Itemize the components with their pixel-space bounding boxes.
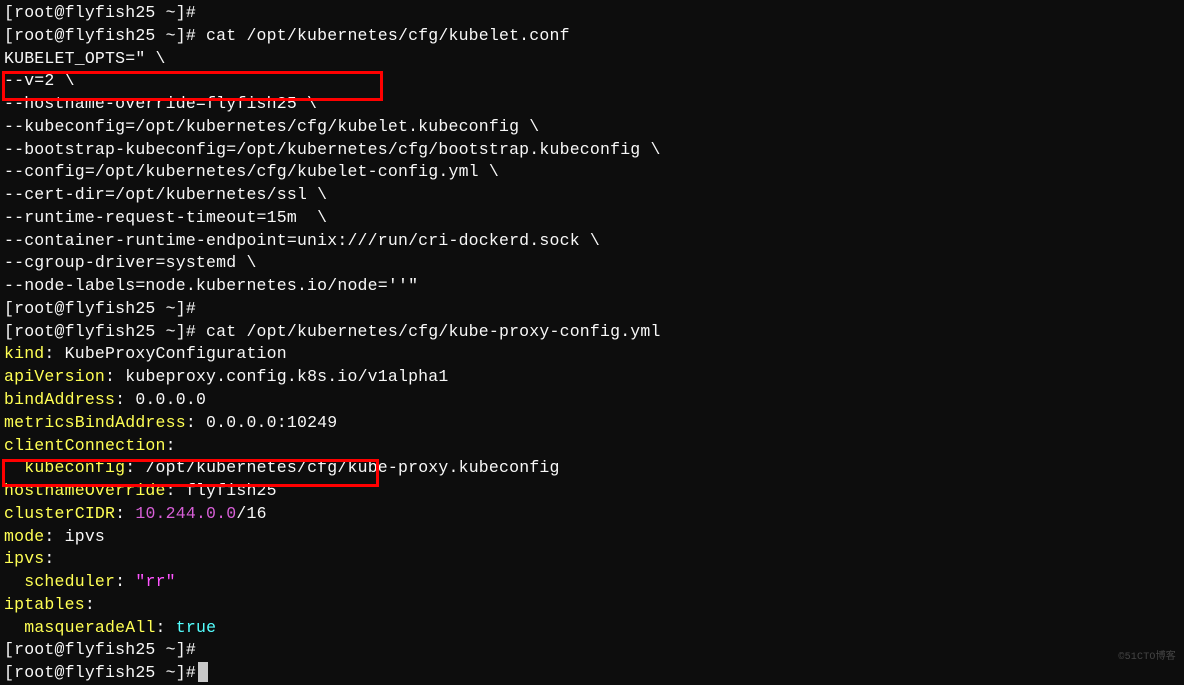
yaml-key: kind (4, 344, 44, 363)
yaml-key: clusterCIDR (4, 504, 115, 523)
terminal-line: [root@flyfish25 ~]# (4, 639, 1180, 662)
yaml-key: iptables (4, 595, 85, 614)
terminal-line: kind: KubeProxyConfiguration (4, 343, 1180, 366)
yaml-key: kubeconfig (24, 458, 125, 477)
yaml-value: : (166, 436, 176, 455)
terminal-line: --v=2 \ (4, 70, 1180, 93)
watermark: ©51CTO博客 (1118, 651, 1176, 665)
indent (4, 458, 24, 477)
cursor-icon (198, 662, 208, 682)
terminal-line: [root@flyfish25 ~]# cat /opt/kubernetes/… (4, 25, 1180, 48)
terminal-line: --container-runtime-endpoint=unix:///run… (4, 230, 1180, 253)
terminal-line: bindAddress: 0.0.0.0 (4, 389, 1180, 412)
terminal-line: [root@flyfish25 ~]# cat /opt/kubernetes/… (4, 321, 1180, 344)
terminal-line: --hostname-override=flyfish25 \ (4, 93, 1180, 116)
terminal-prompt-active[interactable]: [root@flyfish25 ~]# (4, 662, 1180, 685)
indent (4, 572, 24, 591)
yaml-key: apiVersion (4, 367, 105, 386)
yaml-colon: : (115, 572, 135, 591)
terminal-line: apiVersion: kubeproxy.config.k8s.io/v1al… (4, 366, 1180, 389)
yaml-value: : (85, 595, 95, 614)
terminal-line: clusterCIDR: 10.244.0.0/16 (4, 503, 1180, 526)
terminal-line: --config=/opt/kubernetes/cfg/kubelet-con… (4, 161, 1180, 184)
yaml-key: masqueradeAll (24, 618, 155, 637)
terminal-line: mode: ipvs (4, 526, 1180, 549)
terminal-line: --runtime-request-timeout=15m \ (4, 207, 1180, 230)
terminal-line: hostnameOverride: flyfish25 (4, 480, 1180, 503)
terminal-line: --cgroup-driver=systemd \ (4, 252, 1180, 275)
terminal-line: metricsBindAddress: 0.0.0.0:10249 (4, 412, 1180, 435)
terminal-line: scheduler: "rr" (4, 571, 1180, 594)
yaml-value: /16 (236, 504, 266, 523)
yaml-bool-value: true (176, 618, 216, 637)
terminal-line: KUBELET_OPTS=" \ (4, 48, 1180, 71)
yaml-value: : ipvs (44, 527, 105, 546)
yaml-key: bindAddress (4, 390, 115, 409)
yaml-key: hostnameOverride (4, 481, 166, 500)
terminal-line: masqueradeAll: true (4, 617, 1180, 640)
yaml-string-value: "rr" (135, 572, 175, 591)
yaml-value-ip: 10.244.0.0 (135, 504, 236, 523)
yaml-value: : 0.0.0.0 (115, 390, 206, 409)
terminal-line: kubeconfig: /opt/kubernetes/cfg/kube-pro… (4, 457, 1180, 480)
yaml-value: : (44, 549, 54, 568)
terminal-line: --bootstrap-kubeconfig=/opt/kubernetes/c… (4, 139, 1180, 162)
yaml-key: clientConnection (4, 436, 166, 455)
terminal-line: --node-labels=node.kubernetes.io/node=''… (4, 275, 1180, 298)
yaml-colon: : (156, 618, 176, 637)
yaml-key: mode (4, 527, 44, 546)
prompt-text: [root@flyfish25 ~]# (4, 663, 196, 682)
yaml-value: : flyfish25 (166, 481, 277, 500)
terminal-line: iptables: (4, 594, 1180, 617)
terminal-line: clientConnection: (4, 435, 1180, 458)
terminal-line: [root@flyfish25 ~]# (4, 298, 1180, 321)
yaml-key: ipvs (4, 549, 44, 568)
yaml-colon: : (115, 504, 135, 523)
terminal-line: [root@flyfish25 ~]# (4, 2, 1180, 25)
yaml-value: : kubeproxy.config.k8s.io/v1alpha1 (105, 367, 448, 386)
indent (4, 618, 24, 637)
yaml-value: : KubeProxyConfiguration (44, 344, 286, 363)
yaml-value: : /opt/kubernetes/cfg/kube-proxy.kubecon… (125, 458, 559, 477)
yaml-key: metricsBindAddress (4, 413, 186, 432)
terminal-line: ipvs: (4, 548, 1180, 571)
terminal-line: --kubeconfig=/opt/kubernetes/cfg/kubelet… (4, 116, 1180, 139)
terminal-line: --cert-dir=/opt/kubernetes/ssl \ (4, 184, 1180, 207)
yaml-value: : 0.0.0.0:10249 (186, 413, 338, 432)
yaml-key: scheduler (24, 572, 115, 591)
